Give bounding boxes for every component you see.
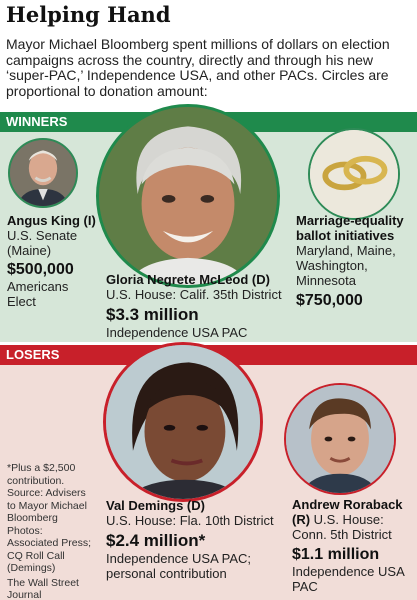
source-line: Bloomberg [7, 512, 58, 524]
angus-king-name: Angus King (I) [7, 213, 96, 228]
marriage-states-line2: Washington, [296, 258, 368, 273]
publisher-line: Journal [7, 589, 42, 600]
marriage-name-line1: Marriage-equality [296, 213, 404, 228]
wedding-rings-icon [310, 130, 398, 218]
demings-name: Val Demings (D) [106, 498, 205, 513]
roraback-name-line1: Andrew Roraback [292, 497, 403, 512]
angus-king-source-line2: Elect [7, 294, 36, 309]
demings-block: Val Demings (D) U.S. House: Fla. 10th Di… [106, 498, 286, 581]
wedding-rings-photo [308, 128, 400, 220]
angus-king-source-line1: Americans [7, 279, 69, 294]
angus-king-amount: $500,000 [7, 261, 74, 278]
roraback-source-line1: Independence USA [292, 564, 405, 579]
angus-king-race-line1: U.S. Senate [7, 228, 78, 243]
demings-amount: $2.4 million* [106, 531, 206, 550]
angus-king-block: Angus King (I) U.S. Senate (Maine) $500,… [7, 213, 97, 309]
mcleod-block: Gloria Negrete McLeod (D) U.S. House: Ca… [106, 272, 306, 340]
portrait-man-icon [286, 385, 394, 493]
marriage-name-line2: ballot initiatives [296, 228, 395, 243]
roraback-source-line2: PAC [292, 579, 318, 594]
val-demings-photo [103, 342, 263, 502]
portrait-woman-icon [99, 107, 277, 285]
photos-line: (Demings) [7, 562, 56, 574]
angus-king-photo [8, 138, 78, 208]
photos-line: Photos: [7, 524, 43, 537]
marriage-states-line3: Minnesota [296, 273, 356, 288]
roraback-amount: $1.1 million [292, 546, 380, 563]
portrait-man-icon [10, 140, 76, 206]
mcleod-source: Independence USA PAC [106, 325, 248, 340]
demings-source-line2: personal contribution [106, 566, 227, 581]
roraback-name-line2: (R) U.S. House: [292, 512, 414, 527]
roraback-block: Andrew Roraback (R) U.S. House: Conn. 5t… [292, 497, 414, 594]
footnote-line: contribution. [7, 474, 65, 487]
intro-text: Mayor Michael Bloomberg spent millions o… [6, 36, 390, 99]
demings-race: U.S. House: Fla. 10th District [106, 513, 274, 528]
publisher-line: The Wall Street [7, 576, 79, 589]
source-line: Source: Advisers [7, 487, 86, 499]
roraback-race-line2: Conn. 5th District [292, 527, 392, 542]
photos-line: Associated Press; [7, 537, 92, 549]
demings-source-line1: Independence USA PAC; [106, 551, 252, 566]
gloria-negrete-mcleod-photo [96, 104, 280, 288]
source-line: to Mayor Michael [7, 499, 87, 512]
roraback-party: (R) [292, 512, 311, 527]
chart-title: Helping Hand [6, 2, 171, 27]
mcleod-amount: $3.3 million [106, 305, 199, 324]
marriage-states-line1: Maryland, Maine, [296, 243, 396, 258]
roraback-race-line1: U.S. House: [310, 512, 384, 527]
footnote-line: *Plus a $2,500 [7, 462, 76, 474]
mcleod-race: U.S. House: Calif. 35th District [106, 287, 282, 302]
angus-king-race-line2: (Maine) [7, 243, 52, 258]
andrew-roraback-photo [284, 383, 396, 495]
notes-block: *Plus a $2,500 contribution. Source: Adv… [7, 462, 101, 600]
mcleod-name: Gloria Negrete McLeod (D) [106, 272, 270, 287]
marriage-amount: $750,000 [296, 292, 363, 309]
portrait-woman-icon [106, 345, 260, 499]
photos-line: CQ Roll Call [7, 549, 65, 562]
marriage-block: Marriage-equality ballot initiatives Mar… [296, 213, 414, 310]
